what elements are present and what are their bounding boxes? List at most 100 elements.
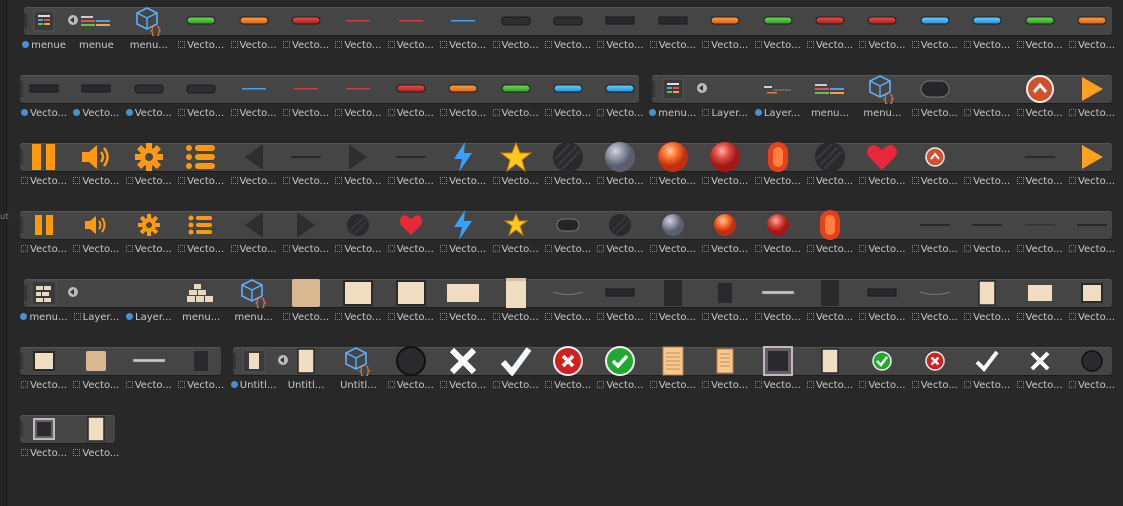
asset-item[interactable]: Vecto...	[280, 4, 332, 56]
asset-item[interactable]: menue	[18, 4, 78, 56]
asset-item[interactable]: Vecto...	[752, 140, 804, 192]
asset-item[interactable]: Vecto...	[699, 140, 751, 192]
asset-item[interactable]: Vecto...	[647, 208, 699, 260]
asset-item[interactable]: Vecto...	[542, 276, 594, 328]
asset-item[interactable]: Vecto...	[123, 344, 175, 396]
asset-item[interactable]: Vecto...	[909, 72, 961, 124]
asset-item[interactable]: Vecto...	[699, 4, 751, 56]
asset-item[interactable]: Untitl...	[280, 344, 332, 396]
asset-item[interactable]: {} menu...	[123, 4, 175, 56]
asset-item[interactable]: Vecto...	[1066, 344, 1118, 396]
asset-item[interactable]: Vecto...	[123, 208, 175, 260]
asset-item[interactable]: Vecto...	[752, 344, 804, 396]
asset-item[interactable]: Vecto...	[70, 72, 122, 124]
asset-item[interactable]: Vecto...	[490, 276, 542, 328]
asset-item[interactable]: Vecto...	[856, 208, 908, 260]
asset-item[interactable]: Vecto...	[490, 72, 542, 124]
asset-item[interactable]: Vecto...	[437, 276, 489, 328]
asset-item[interactable]: Vecto...	[490, 140, 542, 192]
asset-item[interactable]: Vecto...	[856, 4, 908, 56]
asset-item[interactable]: Vecto...	[175, 208, 227, 260]
asset-item[interactable]: menu...	[804, 72, 856, 124]
asset-item[interactable]: Vecto...	[961, 4, 1013, 56]
asset-item[interactable]: Vecto...	[70, 140, 122, 192]
asset-item[interactable]: Vecto...	[437, 140, 489, 192]
asset-item[interactable]: Vecto...	[752, 4, 804, 56]
asset-item[interactable]: Vecto...	[647, 4, 699, 56]
asset-item[interactable]: Vecto...	[175, 344, 227, 396]
asset-item[interactable]: menu...	[175, 276, 227, 328]
asset-item[interactable]: Vecto...	[1066, 140, 1118, 192]
asset-item[interactable]: Vecto...	[18, 72, 70, 124]
asset-item[interactable]: {} Untitl...	[332, 344, 384, 396]
asset-item[interactable]: Vecto...	[699, 208, 751, 260]
asset-item[interactable]: Vecto...	[856, 140, 908, 192]
asset-item[interactable]: Vecto...	[18, 140, 70, 192]
asset-item[interactable]: Vecto...	[909, 4, 961, 56]
asset-item[interactable]: Vecto...	[18, 412, 70, 464]
asset-item[interactable]: Vecto...	[804, 208, 856, 260]
asset-item[interactable]: Vecto...	[961, 208, 1013, 260]
asset-item[interactable]: Vecto...	[909, 344, 961, 396]
asset-item[interactable]: Vecto...	[961, 344, 1013, 396]
asset-item[interactable]: Vecto...	[804, 344, 856, 396]
asset-item[interactable]: Vecto...	[332, 72, 384, 124]
asset-item[interactable]: Vecto...	[280, 72, 332, 124]
asset-item[interactable]: Vecto...	[594, 208, 646, 260]
asset-item[interactable]: menu...	[647, 72, 707, 124]
asset-item[interactable]: Vecto...	[228, 140, 280, 192]
asset-item[interactable]: Vecto...	[1014, 72, 1066, 124]
asset-item[interactable]: Vecto...	[909, 276, 961, 328]
asset-item[interactable]: Vecto...	[490, 344, 542, 396]
asset-item[interactable]: Vecto...	[490, 208, 542, 260]
asset-item[interactable]: Layer...	[752, 72, 804, 124]
asset-item[interactable]: Vecto...	[332, 276, 384, 328]
asset-item[interactable]: Vecto...	[699, 276, 751, 328]
asset-item[interactable]: Layer...	[699, 72, 751, 124]
asset-item[interactable]: Vecto...	[70, 412, 122, 464]
asset-item[interactable]: Vecto...	[909, 208, 961, 260]
asset-item[interactable]: Vecto...	[594, 72, 646, 124]
asset-item[interactable]: Vecto...	[647, 276, 699, 328]
expand-arrow-icon[interactable]	[68, 287, 78, 297]
asset-item[interactable]: Vecto...	[542, 140, 594, 192]
asset-item[interactable]: Vecto...	[856, 276, 908, 328]
asset-item[interactable]: Vecto...	[1014, 276, 1066, 328]
asset-item[interactable]: Vecto...	[542, 208, 594, 260]
asset-item[interactable]: Vecto...	[804, 276, 856, 328]
asset-item[interactable]: Vecto...	[909, 140, 961, 192]
asset-item[interactable]: menue	[70, 4, 122, 56]
asset-item[interactable]: Vecto...	[280, 208, 332, 260]
asset-item[interactable]: Layer...	[123, 276, 175, 328]
asset-item[interactable]: Vecto...	[594, 276, 646, 328]
asset-item[interactable]: Vecto...	[385, 344, 437, 396]
asset-item[interactable]: Vecto...	[332, 4, 384, 56]
asset-item[interactable]: Vecto...	[228, 208, 280, 260]
asset-item[interactable]: Vecto...	[70, 344, 122, 396]
asset-item[interactable]: Vecto...	[437, 4, 489, 56]
asset-item[interactable]: Vecto...	[856, 344, 908, 396]
asset-item[interactable]: Vecto...	[804, 140, 856, 192]
asset-item[interactable]: Vecto...	[1014, 4, 1066, 56]
asset-item[interactable]: Vecto...	[542, 72, 594, 124]
asset-item[interactable]: Vecto...	[437, 208, 489, 260]
asset-item[interactable]: Vecto...	[804, 4, 856, 56]
asset-item[interactable]: Vecto...	[1066, 4, 1118, 56]
asset-item[interactable]: Vecto...	[280, 140, 332, 192]
asset-item[interactable]: Vecto...	[123, 140, 175, 192]
asset-item[interactable]: {} menu...	[228, 276, 280, 328]
asset-item[interactable]: Vecto...	[18, 344, 70, 396]
asset-item[interactable]: Vecto...	[280, 276, 332, 328]
asset-item[interactable]: Vecto...	[175, 140, 227, 192]
asset-item[interactable]: Vecto...	[1066, 72, 1118, 124]
asset-item[interactable]: Vecto...	[1014, 140, 1066, 192]
asset-item[interactable]: Vecto...	[542, 4, 594, 56]
asset-item[interactable]: Vecto...	[332, 140, 384, 192]
asset-item[interactable]: Layer...	[70, 276, 122, 328]
asset-item[interactable]: Vecto...	[123, 72, 175, 124]
asset-item[interactable]: Vecto...	[1066, 208, 1118, 260]
asset-item[interactable]: Vecto...	[18, 208, 70, 260]
asset-item[interactable]: Vecto...	[752, 208, 804, 260]
asset-item[interactable]: Vecto...	[70, 208, 122, 260]
asset-item[interactable]: Vecto...	[437, 344, 489, 396]
